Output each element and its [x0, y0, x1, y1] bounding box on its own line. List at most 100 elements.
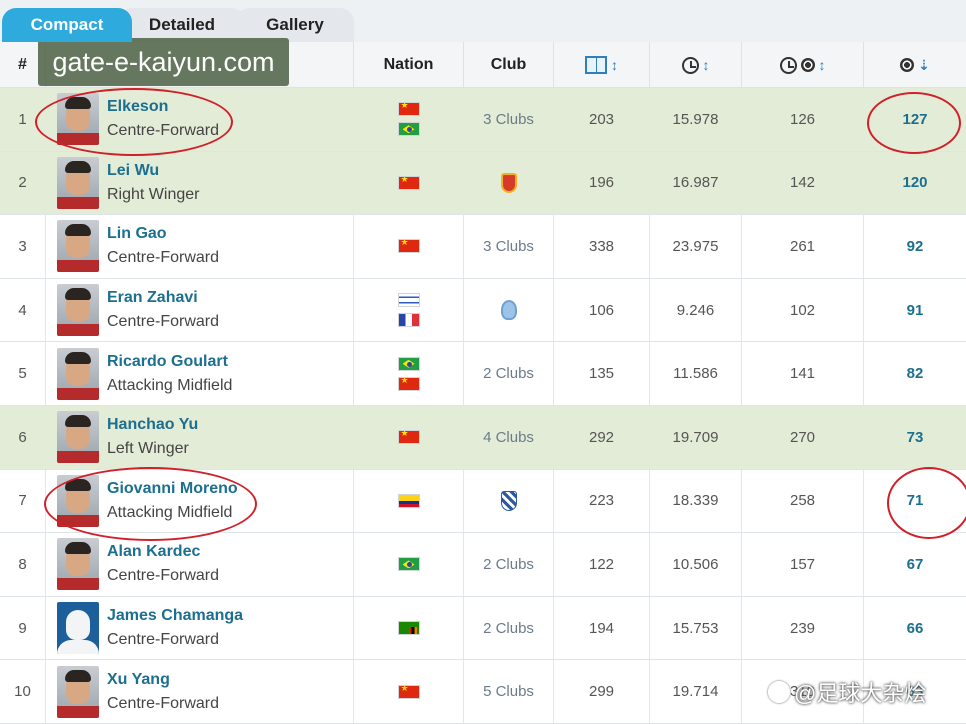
- player-name-link[interactable]: Hanchao Yu: [107, 416, 198, 434]
- player-photo[interactable]: [57, 602, 99, 655]
- club-count[interactable]: 5 Clubs: [483, 683, 534, 700]
- player-name-link[interactable]: Xu Yang: [107, 671, 219, 689]
- table-row: 8 Alan Kardec Centre-Forward 2 Clubs 122…: [0, 533, 966, 597]
- header-goals[interactable]: ⇣: [864, 42, 966, 88]
- player-name-link[interactable]: Ricardo Goulart: [107, 353, 232, 371]
- header-minutes[interactable]: ↕: [650, 42, 742, 88]
- appearances: 106: [554, 278, 650, 342]
- flag-zm-icon: [397, 621, 420, 636]
- nation-cell: [354, 215, 464, 278]
- player-name-link[interactable]: Elkeson: [107, 98, 219, 116]
- club-count[interactable]: 3 Clubs: [483, 111, 534, 128]
- minutes-played: 11.586: [650, 342, 742, 405]
- ball-icon: [900, 58, 915, 72]
- club-count[interactable]: 4 Clubs: [483, 429, 534, 446]
- goals[interactable]: 66: [864, 597, 966, 660]
- minutes-played: 9.246: [650, 278, 742, 342]
- table-row: 9 James Chamanga Centre-Forward 2 Clubs …: [0, 596, 966, 661]
- minutes-per-goal: 157: [742, 533, 864, 596]
- tab-compact[interactable]: Compact: [2, 8, 132, 42]
- club-cell: 3 Clubs: [464, 215, 554, 278]
- header-appearances[interactable]: ↕: [554, 42, 650, 88]
- nation-cell: [354, 88, 464, 151]
- nation-cell: [354, 469, 464, 533]
- flag-cn-icon: [397, 175, 420, 190]
- header-club[interactable]: Club: [464, 42, 554, 88]
- player-name-link[interactable]: Lin Gao: [107, 225, 219, 243]
- site-watermark: gate-e-kaiyun.com: [38, 38, 289, 86]
- player-photo[interactable]: [57, 347, 99, 400]
- player-cell: Hanchao Yu Left Winger: [46, 406, 354, 469]
- appearances: 135: [554, 342, 650, 405]
- player-photo[interactable]: [57, 220, 99, 273]
- player-photo[interactable]: [57, 93, 99, 146]
- nation-cell: [354, 533, 464, 596]
- minutes-played: 18.339: [650, 469, 742, 533]
- club-cell: [464, 278, 554, 342]
- player-position: Centre-Forward: [107, 122, 220, 140]
- club-count[interactable]: 2 Clubs: [483, 556, 534, 573]
- goals[interactable]: 91: [864, 279, 966, 342]
- flag-co-icon: [397, 493, 420, 508]
- goals[interactable]: 127: [864, 88, 966, 151]
- player-cell: Alan Kardec Centre-Forward: [46, 533, 354, 596]
- club-count[interactable]: 2 Clubs: [483, 365, 534, 382]
- player-name-link[interactable]: Lei Wu: [107, 162, 199, 180]
- goals[interactable]: 73: [864, 406, 966, 469]
- player-name-link[interactable]: James Chamanga: [107, 607, 243, 625]
- minutes-per-goal: 141: [742, 342, 864, 405]
- club-crest-icon[interactable]: [500, 172, 517, 193]
- flag-br-icon: [397, 356, 420, 371]
- player-photo[interactable]: [57, 156, 99, 209]
- minutes-per-goal: 261: [742, 215, 864, 278]
- flag-cn-icon: [397, 376, 420, 391]
- club-crest-icon[interactable]: [500, 490, 517, 511]
- player-position: Centre-Forward: [107, 631, 220, 649]
- weibo-watermark: @足球大杂烩: [768, 676, 958, 708]
- club-cell: 2 Clubs: [464, 342, 554, 405]
- club-count[interactable]: 2 Clubs: [483, 620, 534, 637]
- player-name-link[interactable]: Giovanni Moreno: [107, 480, 238, 498]
- table-row: 3 Lin Gao Centre-Forward 3 Clubs 338 23.…: [0, 215, 966, 279]
- table-row: 6 Hanchao Yu Left Winger 4 Clubs 292 19.…: [0, 406, 966, 470]
- minutes-played: 19.709: [650, 406, 742, 469]
- club-cell: [464, 151, 554, 215]
- flag-br-icon: [397, 557, 420, 572]
- player-photo[interactable]: [57, 665, 99, 718]
- sort-down-icon: ⇣: [918, 56, 930, 73]
- rank: 2: [0, 151, 46, 215]
- rank: 1: [0, 88, 46, 151]
- player-photo[interactable]: [57, 411, 99, 464]
- player-photo[interactable]: [57, 284, 99, 337]
- header-nation[interactable]: Nation: [354, 42, 464, 88]
- player-photo[interactable]: [57, 538, 99, 591]
- goals[interactable]: 92: [864, 215, 966, 278]
- tab-gallery[interactable]: Gallery: [236, 8, 354, 42]
- minutes-per-goal: 258: [742, 469, 864, 533]
- minutes-played: 15.978: [650, 88, 742, 151]
- tab-detailed[interactable]: Detailed: [118, 8, 246, 42]
- player-photo[interactable]: [57, 474, 99, 527]
- sort-arrows-icon: ↕: [611, 57, 618, 73]
- minutes-per-goal: 142: [742, 151, 864, 215]
- goals[interactable]: 82: [864, 342, 966, 405]
- goals[interactable]: 120: [864, 152, 966, 215]
- player-position: Centre-Forward: [107, 249, 220, 267]
- player-name-link[interactable]: Alan Kardec: [107, 543, 219, 561]
- rank: 6: [0, 406, 46, 469]
- header-minutes-per-goal[interactable]: ↕: [742, 42, 864, 88]
- goals[interactable]: 71: [864, 470, 966, 533]
- flag-cn-icon: [397, 430, 420, 445]
- club-crest-icon[interactable]: [500, 300, 517, 321]
- player-cell: James Chamanga Centre-Forward: [46, 596, 354, 660]
- player-cell: Xu Yang Centre-Forward: [46, 660, 354, 723]
- player-name-link[interactable]: Eran Zahavi: [107, 289, 219, 307]
- pitch-icon: [585, 56, 607, 74]
- flag-cn-icon: [397, 239, 420, 254]
- club-count[interactable]: 3 Clubs: [483, 238, 534, 255]
- nation-cell: [354, 151, 464, 215]
- clock-icon: [779, 56, 797, 74]
- rank: 5: [0, 342, 46, 405]
- goals[interactable]: 67: [864, 533, 966, 596]
- weibo-watermark-text: @足球大杂烩: [794, 681, 927, 706]
